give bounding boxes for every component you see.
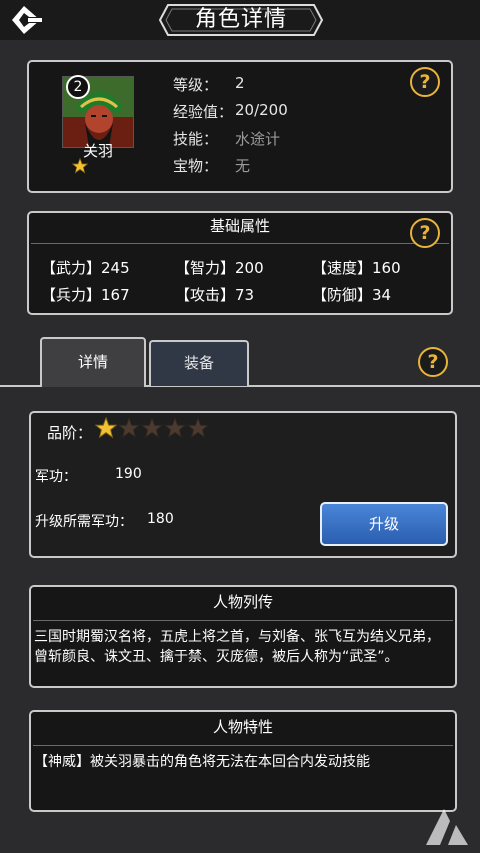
hero-card: 2 关羽 等级： 2 经验值： 20/200 技能： 水途计 宝物： 无 ? <box>27 60 453 193</box>
biography-text: 三国时期蜀汉名将，五虎上将之首，与刘备、张飞互为结义兄弟，曾斩颜良、诛文丑、擒于… <box>34 629 440 665</box>
attributes-help-icon[interactable]: ? <box>410 218 440 248</box>
info-skill-value[interactable]: 水途计 <box>235 128 280 149</box>
back-icon[interactable] <box>10 4 46 36</box>
detail-panel: 品阶： 军功： 190 升级所需军功： 180 升级 <box>29 411 457 558</box>
merit-label: 军功： <box>35 469 77 485</box>
star-empty-icon <box>118 417 140 439</box>
biography-divider <box>33 620 453 621</box>
info-skill-label: 技能： <box>173 130 219 148</box>
grade-stars <box>95 417 209 439</box>
attr-attack: 【攻击】73 <box>175 286 255 304</box>
info-treasure: 宝物： 无 <box>173 155 250 176</box>
trait-title: 人物特性 <box>212 718 273 736</box>
biography-panel: 人物列传 三国时期蜀汉名将，五虎上将之首，与刘备、张飞互为结义兄弟，曾斩颜良、诛… <box>29 585 457 688</box>
info-treasure-label: 宝物： <box>173 157 219 175</box>
attributes-panel: 基础属性 ? 【武力】245 【智力】200 【速度】160 【兵力】167 【… <box>27 211 453 315</box>
attr-force: 【武力】245 <box>41 259 130 277</box>
star-empty-icon <box>141 417 163 439</box>
info-treasure-value[interactable]: 无 <box>235 155 250 176</box>
biography-title: 人物列传 <box>212 593 273 611</box>
upgrade-need-label: 升级所需军功： <box>35 514 133 530</box>
attr-troops: 【兵力】167 <box>41 286 130 304</box>
info-exp-label: 经验值： <box>173 103 234 121</box>
info-exp: 经验值： 20/200 <box>173 101 288 122</box>
attr-intellect: 【智力】200 <box>175 259 264 277</box>
info-exp-value: 20/200 <box>235 101 288 119</box>
info-level-value: 2 <box>235 74 245 92</box>
grade-label: 品阶： <box>47 424 93 442</box>
star-empty-icon <box>164 417 186 439</box>
attr-speed: 【速度】160 <box>312 259 401 277</box>
star-empty-icon <box>187 417 209 439</box>
tab-details[interactable]: 详情 <box>40 337 146 387</box>
merit-value: 190 <box>115 466 142 482</box>
trait-text: 【神威】被关羽暴击的角色将无法在本回合内发动技能 <box>34 754 370 770</box>
hero-star-icon <box>72 158 88 174</box>
star-filled-icon <box>95 417 117 439</box>
info-skill: 技能： 水途计 <box>173 128 280 149</box>
title-plate: 角色详情 <box>158 3 324 37</box>
hero-level-badge: 2 <box>66 75 90 99</box>
info-level: 等级： 2 <box>173 74 245 95</box>
info-level-label: 等级： <box>173 76 219 94</box>
hero-help-icon[interactable]: ? <box>410 67 440 97</box>
tab-equipment[interactable]: 装备 <box>149 340 249 386</box>
top-bar: 角色详情 <box>0 0 480 40</box>
attributes-title: 基础属性 <box>209 217 270 235</box>
upgrade-need-value: 180 <box>147 511 174 527</box>
attributes-divider <box>31 243 449 244</box>
tabs-help-icon[interactable]: ? <box>418 347 448 377</box>
watermark-logo-icon <box>426 809 468 845</box>
upgrade-button[interactable]: 升级 <box>320 502 448 546</box>
page-title: 角色详情 <box>194 7 287 32</box>
attr-defense: 【防御】34 <box>312 286 392 304</box>
trait-panel: 人物特性 【神威】被关羽暴击的角色将无法在本回合内发动技能 <box>29 710 457 812</box>
trait-divider <box>33 745 453 746</box>
